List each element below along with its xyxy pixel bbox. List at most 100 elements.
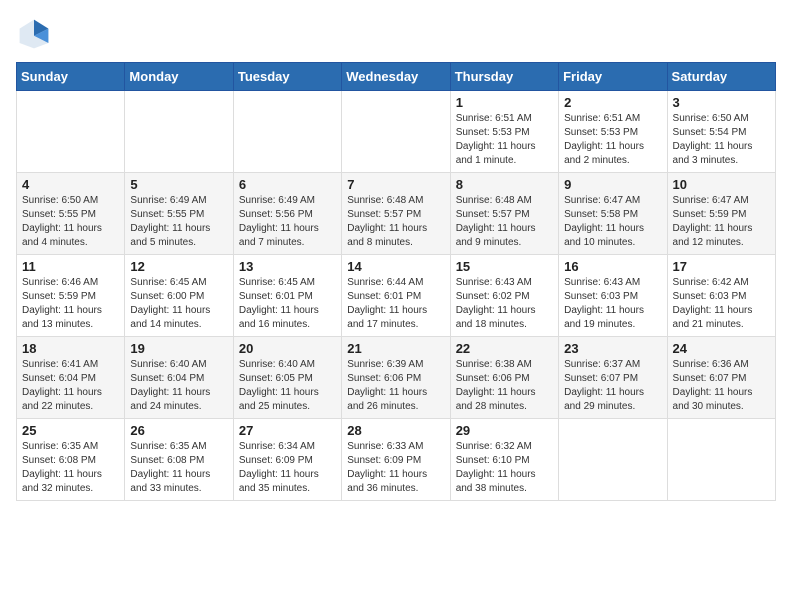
- calendar-cell: 23Sunrise: 6:37 AM Sunset: 6:07 PM Dayli…: [559, 337, 667, 419]
- day-number: 5: [130, 177, 227, 192]
- day-number: 29: [456, 423, 553, 438]
- day-info: Sunrise: 6:40 AM Sunset: 6:04 PM Dayligh…: [130, 358, 227, 414]
- day-info: Sunrise: 6:48 AM Sunset: 5:57 PM Dayligh…: [456, 194, 553, 250]
- calendar-cell: 1 Sunrise: 6:51 AM Sunset: 5:53 PM Daylig…: [450, 91, 558, 173]
- day-info: Sunrise: 6:43 AM Sunset: 6:03 PM Dayligh…: [564, 276, 661, 332]
- calendar-cell: 26 Sunrise: 6:35 AM Sunset: 6:08 PM Dayli…: [125, 419, 233, 501]
- weekday-header-tuesday: Tuesday: [233, 63, 341, 91]
- day-info: Sunrise: 6:49 AM Sunset: 5:56 PM Dayligh…: [239, 194, 336, 250]
- day-number: 16: [564, 259, 661, 274]
- day-info: Sunrise: 6:48 AM Sunset: 5:57 PM Dayligh…: [347, 194, 444, 250]
- day-info: Sunrise: 6:51 AM Sunset: 5:53 PM Dayligh…: [564, 112, 661, 168]
- day-info: Sunrise: 6:46 AM Sunset: 5:59 PM Dayligh…: [22, 276, 119, 332]
- day-number: 11: [22, 259, 119, 274]
- day-number: 27: [239, 423, 336, 438]
- day-info: Sunrise: 6:34 AM Sunset: 6:09 PM Dayligh…: [239, 440, 336, 496]
- day-info: Sunrise: 6:36 AM Sunset: 6:07 PM Dayligh…: [673, 358, 770, 414]
- calendar-cell: 6Sunrise: 6:49 AM Sunset: 5:56 PM Daylig…: [233, 173, 341, 255]
- day-number: 19: [130, 341, 227, 356]
- day-number: 7: [347, 177, 444, 192]
- calendar-cell: 24 Sunrise: 6:36 AM Sunset: 6:07 PM Dayli…: [667, 337, 775, 419]
- day-number: 28: [347, 423, 444, 438]
- day-number: 18: [22, 341, 119, 356]
- day-info: Sunrise: 6:33 AM Sunset: 6:09 PM Dayligh…: [347, 440, 444, 496]
- calendar-week-row: 1 Sunrise: 6:51 AM Sunset: 5:53 PM Daylig…: [17, 91, 776, 173]
- calendar-cell: 19 Sunrise: 6:40 AM Sunset: 6:04 PM Dayli…: [125, 337, 233, 419]
- calendar-cell: 15 Sunrise: 6:43 AM Sunset: 6:02 PM Dayli…: [450, 255, 558, 337]
- day-number: 20: [239, 341, 336, 356]
- day-number: 26: [130, 423, 227, 438]
- calendar-cell: 28 Sunrise: 6:33 AM Sunset: 6:09 PM Dayli…: [342, 419, 450, 501]
- day-number: 15: [456, 259, 553, 274]
- day-number: 22: [456, 341, 553, 356]
- calendar-cell: 8 Sunrise: 6:48 AM Sunset: 5:57 PM Daylig…: [450, 173, 558, 255]
- logo-icon: [16, 16, 52, 52]
- page-header: [16, 16, 776, 52]
- calendar-cell: 9 Sunrise: 6:47 AM Sunset: 5:58 PM Daylig…: [559, 173, 667, 255]
- calendar-cell: 17 Sunrise: 6:42 AM Sunset: 6:03 PM Dayli…: [667, 255, 775, 337]
- calendar-cell: 10 Sunrise: 6:47 AM Sunset: 5:59 PM Dayli…: [667, 173, 775, 255]
- calendar-table: SundayMondayTuesdayWednesdayThursdayFrid…: [16, 62, 776, 501]
- day-info: Sunrise: 6:47 AM Sunset: 5:59 PM Dayligh…: [673, 194, 770, 250]
- calendar-cell: 29 Sunrise: 6:32 AM Sunset: 6:10 PM Dayli…: [450, 419, 558, 501]
- day-number: 10: [673, 177, 770, 192]
- day-number: 4: [22, 177, 119, 192]
- calendar-week-row: 25 Sunrise: 6:35 AM Sunset: 6:08 PM Dayli…: [17, 419, 776, 501]
- day-info: Sunrise: 6:42 AM Sunset: 6:03 PM Dayligh…: [673, 276, 770, 332]
- day-number: 14: [347, 259, 444, 274]
- calendar-cell: [17, 91, 125, 173]
- weekday-header-monday: Monday: [125, 63, 233, 91]
- day-info: Sunrise: 6:50 AM Sunset: 5:54 PM Dayligh…: [673, 112, 770, 168]
- calendar-cell: 14 Sunrise: 6:44 AM Sunset: 6:01 PM Dayli…: [342, 255, 450, 337]
- calendar-cell: 20 Sunrise: 6:40 AM Sunset: 6:05 PM Dayli…: [233, 337, 341, 419]
- calendar-cell: [559, 419, 667, 501]
- day-info: Sunrise: 6:40 AM Sunset: 6:05 PM Dayligh…: [239, 358, 336, 414]
- day-info: Sunrise: 6:35 AM Sunset: 6:08 PM Dayligh…: [130, 440, 227, 496]
- day-number: 1: [456, 95, 553, 110]
- calendar-cell: 16 Sunrise: 6:43 AM Sunset: 6:03 PM Dayli…: [559, 255, 667, 337]
- calendar-cell: 7 Sunrise: 6:48 AM Sunset: 5:57 PM Daylig…: [342, 173, 450, 255]
- day-info: Sunrise: 6:43 AM Sunset: 6:02 PM Dayligh…: [456, 276, 553, 332]
- calendar-cell: 22 Sunrise: 6:38 AM Sunset: 6:06 PM Dayli…: [450, 337, 558, 419]
- calendar-cell: 2 Sunrise: 6:51 AM Sunset: 5:53 PM Daylig…: [559, 91, 667, 173]
- calendar-cell: 12Sunrise: 6:45 AM Sunset: 6:00 PM Dayli…: [125, 255, 233, 337]
- calendar-cell: [667, 419, 775, 501]
- day-info: Sunrise: 6:47 AM Sunset: 5:58 PM Dayligh…: [564, 194, 661, 250]
- weekday-header-saturday: Saturday: [667, 63, 775, 91]
- weekday-header-row: SundayMondayTuesdayWednesdayThursdayFrid…: [17, 63, 776, 91]
- day-number: 3: [673, 95, 770, 110]
- day-info: Sunrise: 6:45 AM Sunset: 6:01 PM Dayligh…: [239, 276, 336, 332]
- weekday-header-friday: Friday: [559, 63, 667, 91]
- calendar-cell: [125, 91, 233, 173]
- calendar-week-row: 11 Sunrise: 6:46 AM Sunset: 5:59 PM Dayli…: [17, 255, 776, 337]
- logo: [16, 16, 56, 52]
- calendar-cell: 18 Sunrise: 6:41 AM Sunset: 6:04 PM Dayli…: [17, 337, 125, 419]
- calendar-cell: [233, 91, 341, 173]
- calendar-cell: 3 Sunrise: 6:50 AM Sunset: 5:54 PM Daylig…: [667, 91, 775, 173]
- day-info: Sunrise: 6:38 AM Sunset: 6:06 PM Dayligh…: [456, 358, 553, 414]
- calendar-cell: 5 Sunrise: 6:49 AM Sunset: 5:55 PM Daylig…: [125, 173, 233, 255]
- calendar-cell: 25 Sunrise: 6:35 AM Sunset: 6:08 PM Dayli…: [17, 419, 125, 501]
- day-info: Sunrise: 6:35 AM Sunset: 6:08 PM Dayligh…: [22, 440, 119, 496]
- day-info: Sunrise: 6:32 AM Sunset: 6:10 PM Dayligh…: [456, 440, 553, 496]
- day-info: Sunrise: 6:51 AM Sunset: 5:53 PM Dayligh…: [456, 112, 553, 168]
- day-info: Sunrise: 6:41 AM Sunset: 6:04 PM Dayligh…: [22, 358, 119, 414]
- day-info: Sunrise: 6:44 AM Sunset: 6:01 PM Dayligh…: [347, 276, 444, 332]
- calendar-cell: 4 Sunrise: 6:50 AM Sunset: 5:55 PM Daylig…: [17, 173, 125, 255]
- calendar-cell: 27 Sunrise: 6:34 AM Sunset: 6:09 PM Dayli…: [233, 419, 341, 501]
- day-number: 2: [564, 95, 661, 110]
- day-number: 8: [456, 177, 553, 192]
- day-number: 9: [564, 177, 661, 192]
- day-number: 17: [673, 259, 770, 274]
- day-info: Sunrise: 6:50 AM Sunset: 5:55 PM Dayligh…: [22, 194, 119, 250]
- day-info: Sunrise: 6:49 AM Sunset: 5:55 PM Dayligh…: [130, 194, 227, 250]
- weekday-header-wednesday: Wednesday: [342, 63, 450, 91]
- calendar-week-row: 4 Sunrise: 6:50 AM Sunset: 5:55 PM Daylig…: [17, 173, 776, 255]
- day-info: Sunrise: 6:37 AM Sunset: 6:07 PM Dayligh…: [564, 358, 661, 414]
- day-number: 25: [22, 423, 119, 438]
- day-number: 21: [347, 341, 444, 356]
- calendar-cell: 21Sunrise: 6:39 AM Sunset: 6:06 PM Dayli…: [342, 337, 450, 419]
- day-number: 12: [130, 259, 227, 274]
- day-number: 24: [673, 341, 770, 356]
- calendar-cell: 11 Sunrise: 6:46 AM Sunset: 5:59 PM Dayli…: [17, 255, 125, 337]
